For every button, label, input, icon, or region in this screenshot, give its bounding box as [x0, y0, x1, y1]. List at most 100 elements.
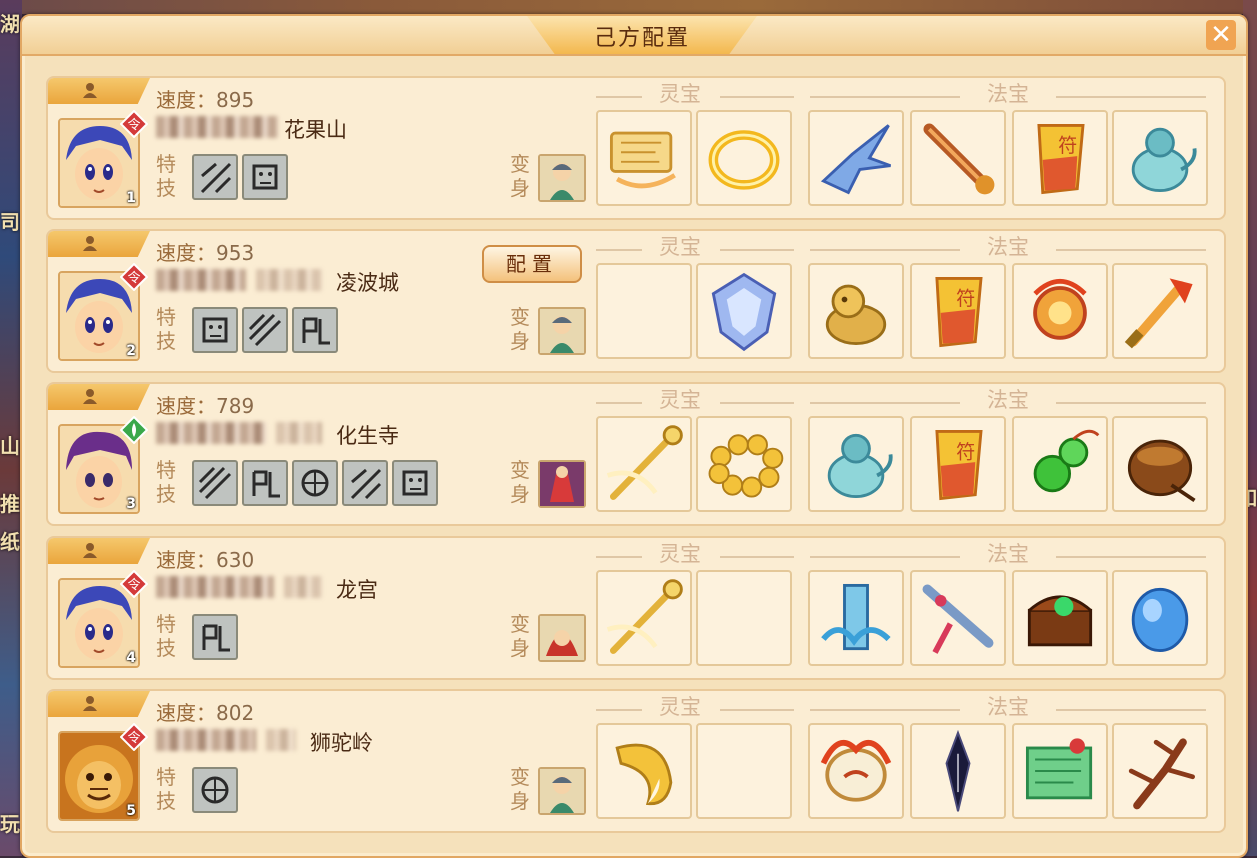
divider [596, 709, 642, 711]
member-tab [48, 231, 150, 257]
gold-beads-icon [708, 434, 784, 498]
person-icon [83, 696, 97, 711]
sect-name: 狮驼岭 [310, 731, 373, 755]
transform-slot[interactable] [538, 307, 586, 355]
fabao-slot[interactable] [808, 570, 904, 666]
lingbao-slot[interactable] [596, 110, 692, 206]
sect-name: 龙宫 [336, 578, 378, 602]
player-name-redacted [156, 729, 256, 751]
lingbao-slot[interactable] [696, 570, 792, 666]
skill-slot[interactable] [292, 460, 338, 506]
fabao-slot[interactable]: 符 [910, 416, 1006, 512]
team-member-row: 3 速度：789 化生寺 特技 变身 灵宝 法宝符 [46, 382, 1226, 526]
blue-bird-icon [820, 124, 891, 195]
lingbao-label: 灵宝 [659, 235, 701, 259]
lingbao-slot[interactable] [696, 416, 792, 512]
speed-text: 速度：802 [156, 697, 254, 726]
player-name-redacted [156, 269, 246, 291]
fabao-slot[interactable] [808, 110, 904, 206]
divider [1056, 709, 1206, 711]
sect-name: 化生寺 [336, 424, 399, 448]
sect-name: 凌波城 [336, 271, 399, 295]
fabao-slot[interactable] [1012, 570, 1108, 666]
green-scroll-icon [1025, 738, 1093, 800]
red-hood-icon [540, 616, 584, 664]
skill-slot[interactable] [242, 307, 288, 353]
transform-slot[interactable] [538, 460, 586, 508]
transform-slot[interactable] [538, 614, 586, 662]
speed-label: 速度： [156, 394, 216, 418]
speed-value: 789 [216, 394, 255, 418]
transform-label: 变身 [510, 458, 530, 506]
lingbao-label: 灵宝 [659, 695, 701, 719]
close-button[interactable]: ✕ [1206, 20, 1236, 50]
treasure-chest-icon [1027, 595, 1093, 647]
skills-label: 特技 [156, 612, 176, 660]
divider [810, 556, 960, 558]
member-index: 2 [126, 343, 136, 359]
lingbao-slot[interactable] [596, 723, 692, 819]
fabao-slot[interactable] [1112, 723, 1208, 819]
svg-text:符: 符 [956, 440, 975, 463]
lingbao-slot[interactable] [596, 416, 692, 512]
person-icon [83, 389, 97, 404]
green-gourd-icon [1033, 429, 1100, 493]
fabao-slot[interactable] [1012, 263, 1108, 359]
skill-slot[interactable] [392, 460, 438, 506]
fabao-slot[interactable] [808, 263, 904, 359]
speed-text: 速度：630 [156, 544, 254, 573]
member-tab [48, 538, 150, 564]
player-name-redacted [284, 576, 322, 598]
member-tab [48, 384, 150, 410]
speed-value: 630 [216, 548, 255, 572]
lingbao-slot[interactable] [696, 110, 792, 206]
skill-slot[interactable] [292, 307, 338, 353]
player-name-redacted [156, 422, 266, 444]
fabao-slot[interactable] [1112, 263, 1208, 359]
fabao-slot[interactable]: 符 [1012, 110, 1108, 206]
background-left: 湖 司 山 推 纸 玩 [0, 0, 22, 856]
fabao-slot[interactable] [910, 110, 1006, 206]
fabao-slot[interactable] [808, 416, 904, 512]
skill-slot[interactable] [192, 154, 238, 200]
fabao-slot[interactable] [1112, 570, 1208, 666]
skill-slot[interactable] [342, 460, 388, 506]
config-button[interactable]: 配置 [482, 245, 582, 283]
fabao-slot[interactable] [1112, 110, 1208, 206]
fabao-label: 法宝 [987, 235, 1029, 259]
fabao-slot[interactable]: 符 [910, 263, 1006, 359]
background-glyph: 司 [0, 210, 20, 234]
red-robe-icon [540, 462, 584, 510]
lingbao-slot[interactable] [696, 723, 792, 819]
fire-sword-icon [1124, 278, 1193, 349]
fire-drum-icon [820, 739, 892, 802]
lingbao-slot[interactable] [596, 570, 692, 666]
skill-icon [202, 624, 230, 652]
skill-icon [200, 162, 232, 194]
fabao-slot[interactable] [1012, 416, 1108, 512]
skill-slot[interactable] [192, 460, 238, 506]
fabao-slot[interactable] [1112, 416, 1208, 512]
skill-slot[interactable] [192, 614, 238, 660]
lingbao-slot[interactable] [596, 263, 692, 359]
divider [596, 556, 642, 558]
member-index: 1 [126, 190, 136, 206]
talisman-icon: 符 [1037, 123, 1085, 195]
fabao-slot[interactable] [808, 723, 904, 819]
person-icon [83, 83, 97, 98]
lingbao-slot[interactable] [696, 263, 792, 359]
skill-slot[interactable] [192, 767, 238, 813]
config-dialog: 己方配置 ✕ 1 令速度：895 花果山 特技 变身 灵宝 法宝符 2 令速度：953 凌波城 特技… [20, 14, 1248, 858]
flute-tassel-icon [922, 584, 994, 654]
transform-slot[interactable] [538, 154, 586, 202]
skill-slot[interactable] [192, 307, 238, 353]
sect-name: 花果山 [284, 118, 347, 142]
fabao-slot[interactable] [1012, 723, 1108, 819]
skill-slot[interactable] [242, 460, 288, 506]
svg-text:令: 令 [127, 271, 140, 286]
fabao-slot[interactable] [910, 570, 1006, 666]
branch-icon [1128, 738, 1195, 810]
transform-slot[interactable] [538, 767, 586, 815]
fabao-slot[interactable] [910, 723, 1006, 819]
skill-slot[interactable] [242, 154, 288, 200]
